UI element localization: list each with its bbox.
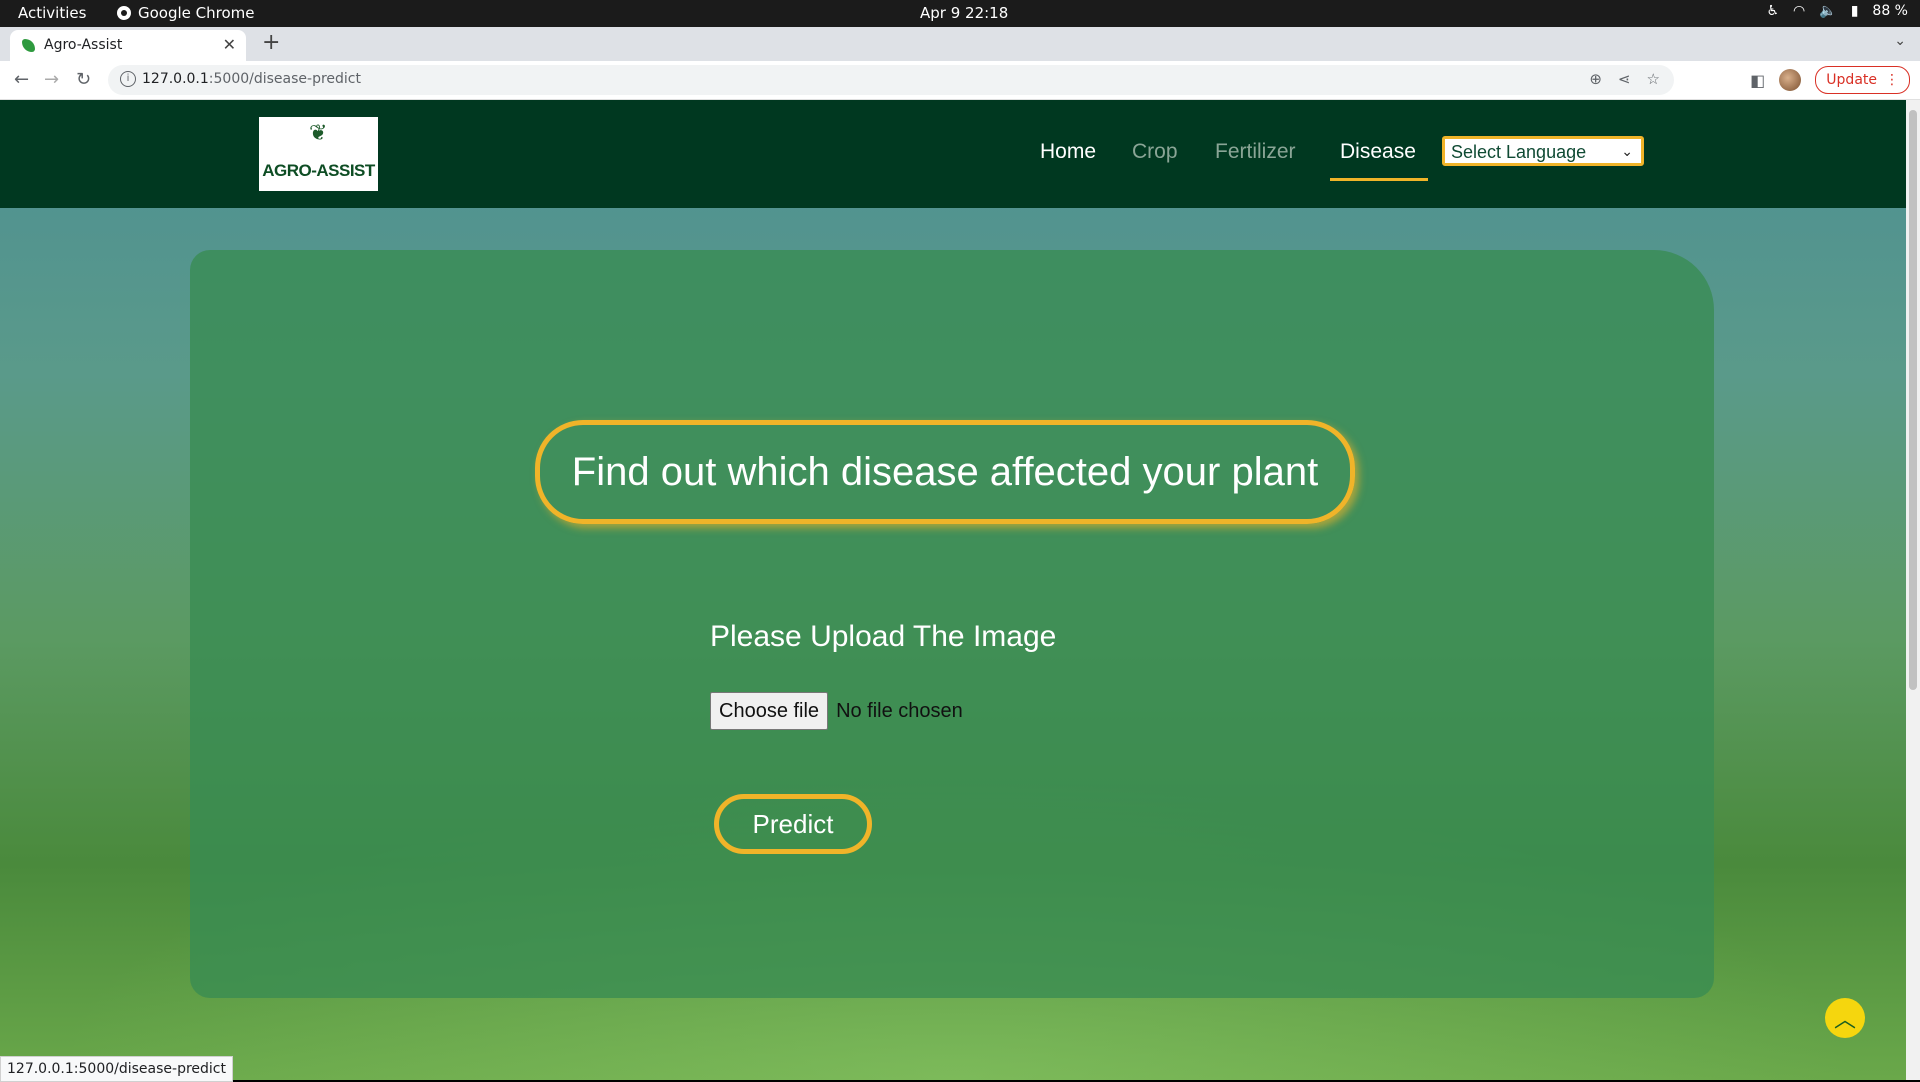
page-scrollbar[interactable] [1906,100,1920,1080]
logo-text: AGRO-ASSIST [262,161,375,180]
url-path: :5000/disease-predict [208,71,361,87]
file-status-text: No file chosen [836,699,963,722]
disease-form-card: Find out which disease affected your pla… [190,250,1714,998]
toolbar-right: ◧ Update ⋮ [1750,66,1910,94]
clock[interactable]: Apr 9 22:18 [920,4,1008,22]
nav-home[interactable]: Home [1040,140,1096,164]
file-input[interactable]: Choose file No file chosen [710,692,963,730]
url-host: 127.0.0.1 [142,71,209,87]
update-button[interactable]: Update ⋮ [1815,66,1910,94]
site-info-icon[interactable]: i [120,71,136,87]
system-tray[interactable]: ♿ ◠ 🔈 ▮ 88 % [1766,3,1908,19]
chrome-icon [117,6,131,20]
site-navbar: ❦ AGRO-ASSIST Home Crop Fertilizer Disea… [0,100,1906,208]
wifi-icon[interactable]: ◠ [1793,3,1805,19]
page-headline: Find out which disease affected your pla… [535,420,1355,524]
zoom-icon[interactable]: ⊕ [1589,70,1602,88]
volume-icon[interactable]: 🔈 [1819,3,1836,19]
scrollbar-thumb[interactable] [1909,110,1917,690]
tab-strip: Agro-Assist ✕ [0,27,1920,61]
tab-title: Agro-Assist [44,37,123,53]
battery-level: 88 % [1872,3,1908,19]
leaf-favicon-icon [22,39,35,52]
bookmark-star-icon[interactable]: ☆ [1647,70,1660,88]
browser-toolbar: ← → ↻ i 127.0.0.1:5000/disease-predict ⊕… [0,61,1920,100]
nav-crop[interactable]: Crop [1132,140,1178,164]
app-menu[interactable]: Google Chrome [117,4,255,22]
link-status-bar: 127.0.0.1:5000/disease-predict [0,1056,233,1082]
profile-avatar[interactable] [1779,69,1802,91]
share-icon[interactable]: ⋖ [1618,70,1631,88]
app-name: Google Chrome [138,4,255,22]
chevron-down-icon: ⌄ [1621,143,1633,159]
close-tab-icon[interactable]: ✕ [223,35,236,54]
tab-search-chevron-icon[interactable]: ⌄ [1894,33,1906,49]
back-icon[interactable]: ← [14,69,29,90]
new-tab-icon[interactable]: + [262,30,280,55]
scroll-to-top-button[interactable]: ︿ [1825,998,1865,1038]
update-label: Update [1826,72,1877,88]
forward-icon[interactable]: → [44,69,59,90]
headline-text: Find out which disease affected your pla… [571,449,1319,494]
side-panel-icon[interactable]: ◧ [1750,71,1765,90]
predict-button[interactable]: Predict [714,794,872,854]
browser-tab[interactable]: Agro-Assist ✕ [10,30,246,61]
system-top-bar: Activities Google Chrome Apr 9 22:18 ♿ ◠… [0,0,1920,27]
chevron-up-icon: ︿ [1833,1008,1856,1033]
language-select-value: Select Language [1451,142,1587,162]
accessibility-icon[interactable]: ♿ [1766,3,1779,19]
url-text[interactable]: 127.0.0.1:5000/disease-predict [142,71,361,87]
battery-icon[interactable]: ▮ [1851,3,1859,19]
address-bar[interactable]: i 127.0.0.1:5000/disease-predict ⊕ ⋖ ☆ [108,65,1674,95]
more-menu-icon: ⋮ [1885,72,1899,88]
activities-button[interactable]: Activities [18,4,86,22]
choose-file-button[interactable]: Choose file [710,692,829,730]
nav-disease[interactable]: Disease [1340,140,1416,164]
site-logo[interactable]: ❦ AGRO-ASSIST [259,117,378,191]
page-viewport: ❦ AGRO-ASSIST Home Crop Fertilizer Disea… [0,100,1906,1080]
active-nav-underline [1330,178,1428,181]
sprout-icon: ❦ [309,121,328,146]
upload-label: Please Upload The Image [710,620,1057,653]
predict-label: Predict [752,808,834,839]
language-select[interactable]: Select Language ⌄ [1442,136,1644,166]
omnibox-actions: ⊕ ⋖ ☆ [1589,70,1660,88]
nav-fertilizer[interactable]: Fertilizer [1215,140,1296,164]
reload-icon[interactable]: ↻ [76,69,91,90]
